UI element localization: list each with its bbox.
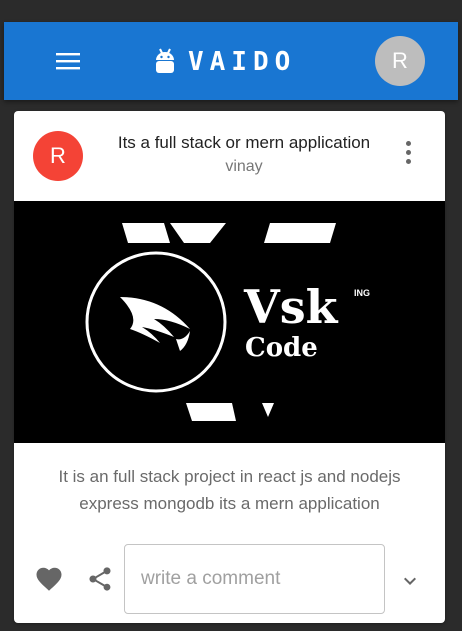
post-description: It is an full stack project in react js … [58, 467, 401, 513]
vsk-code-logo: Vsk ING Code [85, 223, 370, 421]
android-icon [156, 48, 174, 73]
chevron-down-icon [404, 577, 416, 585]
post-image: Vsk ING Code [14, 201, 445, 443]
logo-badge: ING [354, 288, 370, 298]
share-icon [89, 567, 111, 591]
post-author: vinay [225, 158, 263, 175]
post-actions [14, 543, 445, 615]
comment-input[interactable] [124, 544, 385, 614]
menu-button[interactable] [48, 44, 88, 78]
user-avatar[interactable]: R [375, 36, 425, 86]
share-button[interactable] [86, 565, 114, 593]
post-title: Its a full stack or mern application [117, 133, 371, 152]
menu-icon [56, 53, 80, 70]
post-card: R Its a full stack or mern application v… [14, 111, 445, 623]
app-bar: VAIDO R [4, 22, 458, 100]
logo-text: Vsk [243, 280, 339, 334]
expand-button[interactable] [398, 569, 422, 593]
author-avatar: R [33, 131, 83, 181]
logo-subtext: Code [245, 333, 318, 363]
app-title: VAIDO [188, 47, 297, 77]
more-options-button[interactable] [396, 135, 420, 169]
brand: VAIDO [154, 42, 296, 82]
more-vert-icon [405, 140, 411, 146]
like-button[interactable] [34, 564, 64, 594]
heart-icon [36, 567, 62, 591]
